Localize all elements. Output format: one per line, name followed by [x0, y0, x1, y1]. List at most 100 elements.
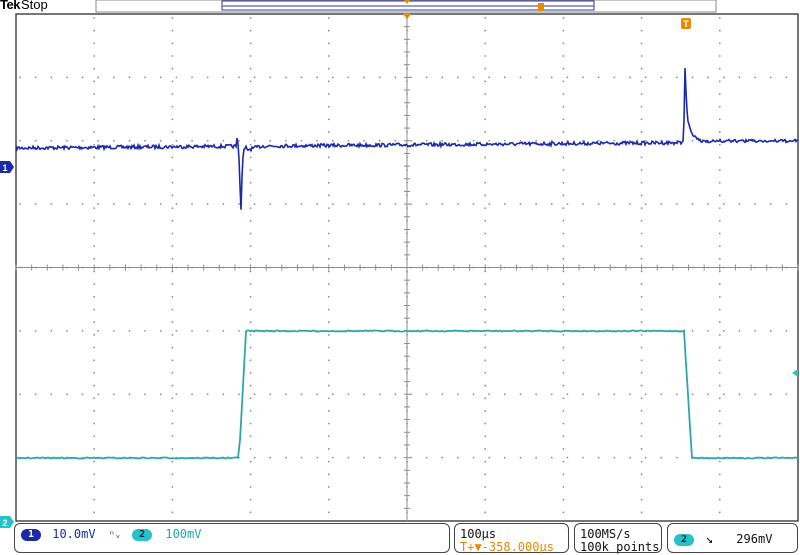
grid-dot	[718, 511, 721, 514]
grid-dot	[640, 511, 643, 514]
grid-dot	[535, 393, 538, 396]
acquisition-panel: 100MS/s 100k points	[574, 523, 662, 554]
grid-dot	[19, 393, 21, 396]
ch2-indicator-icon[interactable]: 2	[132, 528, 153, 541]
grid-dot	[457, 456, 459, 459]
grid-dot	[249, 270, 252, 273]
grid-dot	[331, 139, 334, 142]
grid-dot	[640, 270, 643, 273]
grid-dot	[785, 329, 788, 332]
grid-dot	[640, 105, 643, 108]
grid-dot	[300, 203, 303, 206]
grid-dot	[613, 393, 616, 396]
grid-dot	[484, 498, 487, 501]
grid-dot	[640, 308, 643, 311]
grid-dot	[640, 346, 643, 349]
grid-dot	[718, 333, 721, 336]
grid-dot	[222, 203, 225, 206]
grid-dot	[284, 76, 287, 79]
ch1-indicator-icon[interactable]: 1	[21, 528, 41, 541]
grid-dot	[441, 203, 444, 206]
grid-dot	[488, 456, 491, 459]
grid-dot	[171, 245, 174, 248]
grid-dot	[171, 333, 174, 336]
grid-dot	[562, 448, 565, 450]
grid-dot	[191, 329, 193, 332]
grid-dot	[675, 203, 678, 206]
grid-dot	[675, 76, 678, 79]
grid-dot	[410, 393, 412, 396]
grid-dot	[144, 76, 147, 79]
grid-dot	[249, 181, 252, 184]
grid-dot	[484, 359, 487, 362]
grid-dot	[93, 156, 96, 159]
grid-dot	[316, 203, 319, 206]
grid-dot	[175, 329, 178, 332]
grid-dot	[640, 422, 643, 425]
grid-dot	[171, 359, 174, 362]
grid-dot	[441, 456, 444, 459]
grid-dot	[327, 219, 330, 222]
grid-dot	[718, 93, 721, 95]
grid-dot	[785, 393, 788, 396]
grid-dot	[472, 393, 475, 396]
grid-dot	[159, 76, 162, 79]
grid-dot	[171, 321, 174, 324]
grid-dot	[34, 139, 37, 142]
status-bar: 1 10.0mV ⁿᵥ 2 100mV 100µs T+▼-358.000µs …	[0, 523, 800, 555]
grid-dot	[144, 203, 147, 206]
grid-dot	[171, 219, 174, 222]
waveform-display: T 1 2	[0, 0, 799, 528]
grid-dot	[562, 169, 565, 172]
grid-dot	[327, 156, 330, 159]
ch1-ground-label: 1	[2, 163, 7, 173]
grid-dot	[171, 498, 174, 501]
grid-dot	[171, 397, 174, 400]
grid-dot	[93, 118, 96, 121]
grid-dot	[441, 393, 444, 396]
grid-dot	[675, 456, 678, 459]
grid-dot	[640, 372, 643, 374]
grid-dot	[378, 76, 381, 79]
grid-dot	[327, 105, 330, 108]
grid-dot	[269, 139, 272, 142]
trigger-source-icon[interactable]: 2	[674, 533, 694, 546]
grid-dot	[93, 181, 96, 184]
grid-dot	[550, 456, 553, 459]
grid-dot	[457, 76, 459, 79]
grid-dot	[284, 456, 287, 459]
grid-dot	[484, 118, 487, 121]
grid-dot	[640, 321, 643, 324]
grid-dot	[484, 384, 487, 387]
trigger-marker-label: T	[683, 19, 689, 29]
grid-dot	[249, 346, 252, 349]
grid-dot	[327, 333, 330, 336]
grid-dot	[112, 393, 115, 396]
grid-dot	[171, 80, 174, 83]
grid-dot	[718, 29, 721, 32]
grid-dot	[206, 393, 209, 396]
grid-dot	[394, 139, 397, 142]
grid-dot	[249, 55, 252, 57]
grid-dot	[66, 76, 68, 79]
grid-dot	[171, 270, 174, 273]
grid-dot	[93, 67, 96, 70]
grid-dot	[484, 245, 487, 248]
trigger-slope-icon: ↘	[705, 532, 714, 547]
grid-dot	[640, 498, 643, 501]
grid-dot	[112, 203, 115, 206]
grid-dot	[484, 372, 487, 374]
grid-dot	[159, 329, 162, 332]
grid-dot	[249, 219, 252, 222]
grid-dot	[249, 283, 252, 286]
grid-dot	[171, 460, 174, 463]
grid-dot	[425, 76, 428, 79]
grid-dot	[34, 76, 37, 79]
grid-dot	[327, 181, 330, 184]
grid-dot	[640, 359, 643, 362]
grid-dot	[97, 76, 100, 79]
grid-dot	[562, 42, 565, 45]
grid-dot	[550, 393, 553, 396]
grid-dot	[191, 139, 193, 142]
grid-dot	[484, 17, 487, 19]
